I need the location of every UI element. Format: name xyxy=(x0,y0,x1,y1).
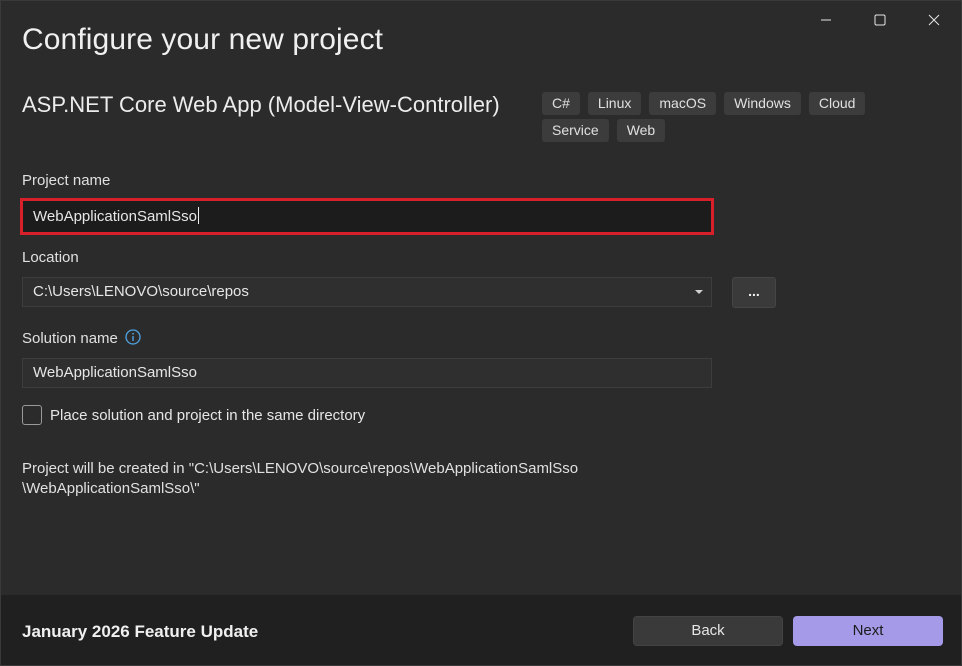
close-button[interactable] xyxy=(907,1,961,39)
tag-csharp: C# xyxy=(542,92,580,115)
solution-name-label: Solution name xyxy=(22,330,118,347)
same-directory-checkbox[interactable] xyxy=(22,405,42,425)
project-path-info: Project will be created in "C:\Users\LEN… xyxy=(22,459,622,499)
path-info-line-2: \WebApplicationSamlSso\" xyxy=(22,480,200,497)
window-controls xyxy=(799,1,961,39)
path-info-line-1: Project will be created in "C:\Users\LEN… xyxy=(22,460,579,477)
back-button[interactable]: Back xyxy=(633,616,783,646)
location-value: C:\Users\LENOVO\source\repos xyxy=(33,283,249,300)
template-name: ASP.NET Core Web App (Model-View-Control… xyxy=(22,92,500,117)
tag-macos: macOS xyxy=(649,92,717,115)
project-name-input[interactable]: WebApplicationSamlSso xyxy=(20,198,714,235)
project-name-value: WebApplicationSamlSso xyxy=(33,208,197,225)
same-directory-label[interactable]: Place solution and project in the same d… xyxy=(50,407,365,424)
configure-project-dialog: Configure your new project ASP.NET Core … xyxy=(0,0,962,666)
text-caret xyxy=(197,207,199,224)
project-name-label: Project name xyxy=(22,172,111,189)
chevron-down-icon[interactable] xyxy=(695,290,703,294)
info-icon[interactable] xyxy=(125,329,141,345)
feature-update-text: January 2026 Feature Update xyxy=(22,622,259,641)
minimize-button[interactable] xyxy=(799,1,853,39)
minimize-icon xyxy=(821,19,831,21)
maximize-button[interactable] xyxy=(853,1,907,39)
tag-windows: Windows xyxy=(724,92,801,115)
page-title: Configure your new project xyxy=(22,23,384,56)
solution-name-input[interactable]: WebApplicationSamlSso xyxy=(22,358,712,388)
close-icon xyxy=(928,14,940,26)
solution-name-value: WebApplicationSamlSso xyxy=(33,364,197,381)
maximize-icon xyxy=(874,14,886,26)
tag-cloud: Cloud xyxy=(808,92,866,115)
location-label: Location xyxy=(22,249,79,266)
tag-service: Service xyxy=(542,119,609,142)
tag-linux: Linux xyxy=(587,92,642,115)
dialog-footer: January 2026 Feature Update Back Next xyxy=(1,595,961,665)
location-select[interactable]: C:\Users\LENOVO\source\repos xyxy=(22,277,712,307)
browse-location-button[interactable]: ... xyxy=(732,277,776,308)
tag-web: Web xyxy=(616,119,666,142)
template-tags: C# Linux macOS Windows Cloud Service Web xyxy=(542,92,882,142)
next-button[interactable]: Next xyxy=(793,616,943,646)
